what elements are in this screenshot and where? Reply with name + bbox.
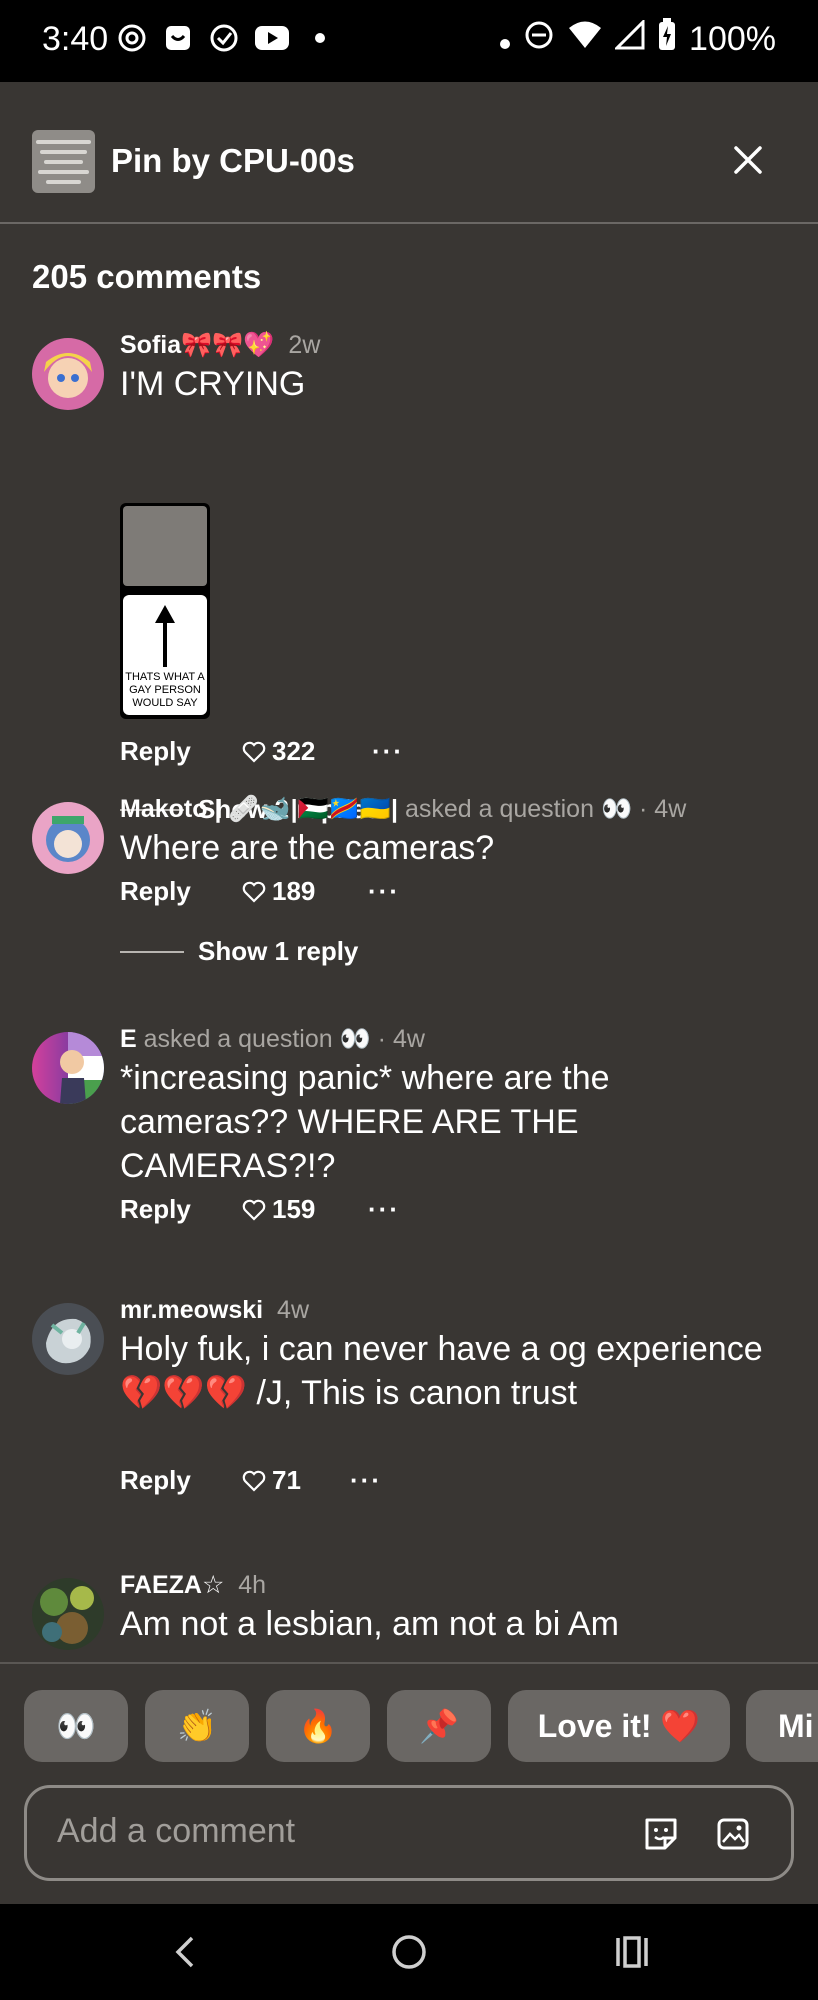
reply-button[interactable]: Reply bbox=[120, 1465, 242, 1496]
comment-username[interactable]: Makoto | 🩹🐋|🇵🇸🇨🇩🇺🇦| bbox=[120, 795, 398, 823]
reply-button[interactable]: Reply bbox=[120, 1194, 242, 1225]
comment-actions: Reply 322 ··· bbox=[120, 736, 404, 767]
comment-input[interactable]: Add a comment bbox=[24, 1785, 794, 1881]
avatar[interactable] bbox=[32, 338, 104, 410]
avatar[interactable] bbox=[32, 1303, 104, 1375]
image-caption: THATS WHAT A GAY PERSON WOULD SAY bbox=[125, 671, 205, 709]
comment-username[interactable]: E bbox=[120, 1025, 137, 1053]
reaction-bar: 👀 👏 🔥 📌 Love it! ❤️ Mi Add a comment bbox=[0, 1662, 818, 1902]
inbox-icon bbox=[162, 22, 194, 54]
signal-icon bbox=[613, 18, 645, 59]
like-count: 71 bbox=[272, 1465, 301, 1495]
back-icon[interactable] bbox=[164, 1930, 208, 1974]
heart-icon bbox=[242, 1199, 266, 1221]
reaction-chip-pin[interactable]: 📌 bbox=[387, 1690, 491, 1762]
reaction-chip-love[interactable]: Love it! ❤️ bbox=[508, 1690, 730, 1762]
more-options-button[interactable]: ··· bbox=[372, 736, 404, 767]
youtube-icon bbox=[254, 22, 290, 54]
replies-line bbox=[120, 950, 184, 953]
battery-charging-icon bbox=[657, 18, 677, 61]
image-icon[interactable] bbox=[715, 1816, 751, 1852]
comment-actions: Reply 159 ··· bbox=[120, 1194, 400, 1225]
reply-button[interactable]: Reply bbox=[120, 876, 242, 907]
comment-meta: 2w bbox=[288, 331, 321, 359]
like-count: 189 bbox=[272, 876, 316, 906]
reply-button[interactable]: Reply bbox=[120, 736, 242, 767]
system-icons: 100% bbox=[499, 18, 776, 61]
like-button[interactable]: 189 bbox=[242, 876, 368, 907]
like-count: 322 bbox=[272, 736, 316, 766]
reaction-chip-fire[interactable]: 🔥 bbox=[266, 1690, 370, 1762]
avatar[interactable] bbox=[32, 1032, 104, 1104]
comment-meta: 4h bbox=[238, 1571, 267, 1599]
reaction-chip-eyes[interactable]: 👀 bbox=[24, 1690, 128, 1762]
comment-text: I'M CRYING bbox=[120, 365, 306, 403]
recents-icon[interactable] bbox=[610, 1930, 654, 1974]
comment-text: *increasing panic* where are the cameras… bbox=[120, 1059, 610, 1185]
pin-title: Pin by CPU-00s bbox=[111, 142, 355, 179]
threads-icon bbox=[116, 22, 148, 54]
comment-username[interactable]: Sofia🎀🎀💖 bbox=[120, 331, 275, 359]
sticker-icon[interactable] bbox=[643, 1816, 679, 1852]
battery-percent: 100% bbox=[689, 20, 776, 58]
comment-username[interactable]: FAEZA☆ bbox=[120, 1571, 224, 1599]
like-button[interactable]: 71 bbox=[242, 1465, 350, 1496]
comment-input-placeholder: Add a comment bbox=[57, 1812, 296, 1850]
more-options-button[interactable]: ··· bbox=[368, 1194, 400, 1225]
like-button[interactable]: 322 bbox=[242, 736, 372, 767]
show-replies-label: Show 1 reply bbox=[198, 936, 359, 966]
navigation-bar bbox=[0, 1904, 818, 2000]
avatar[interactable] bbox=[32, 802, 104, 874]
notification-icons bbox=[116, 22, 336, 54]
comment-image[interactable]: THATS WHAT A GAY PERSON WOULD SAY bbox=[120, 503, 210, 719]
home-icon[interactable] bbox=[387, 1930, 431, 1974]
comment-meta: asked a question 👀 · 4w bbox=[404, 795, 687, 823]
pin-header: Pin by CPU-00s bbox=[0, 82, 818, 224]
comment-meta: 4w bbox=[277, 1296, 310, 1324]
like-count: 159 bbox=[272, 1194, 316, 1224]
pin-thumbnail[interactable] bbox=[32, 130, 95, 193]
reaction-chip-more[interactable]: Mi bbox=[746, 1690, 818, 1762]
comments-sheet: Pin by CPU-00s 205 comments Sofia🎀🎀💖 2w … bbox=[0, 82, 818, 1904]
heart-icon bbox=[242, 741, 266, 763]
comments-count: 205 comments bbox=[32, 258, 262, 295]
comment-meta: asked a question 👀 · 4w bbox=[143, 1025, 425, 1053]
heart-icon bbox=[242, 881, 266, 903]
more-options-button[interactable]: ··· bbox=[368, 876, 400, 907]
show-replies-button[interactable]: Show 1 reply bbox=[120, 936, 358, 967]
heart-icon bbox=[242, 1470, 266, 1492]
status-time: 3:40 bbox=[42, 20, 109, 58]
avatar[interactable] bbox=[32, 1578, 104, 1650]
more-options-button[interactable]: ··· bbox=[350, 1465, 382, 1496]
comment-username[interactable]: mr.meowski bbox=[120, 1296, 263, 1324]
comment-text: Where are the cameras? bbox=[120, 829, 495, 867]
comment-actions: Reply 71 ··· bbox=[120, 1465, 382, 1496]
comment-text: Am not a lesbian, am not a bi Am bbox=[120, 1605, 619, 1643]
check-circle-icon bbox=[208, 22, 240, 54]
like-button[interactable]: 159 bbox=[242, 1194, 368, 1225]
comment-text: Holy fuk, i can never have a og experien… bbox=[120, 1330, 763, 1412]
dot-icon bbox=[499, 20, 511, 59]
close-icon[interactable] bbox=[728, 140, 768, 180]
do-not-disturb-icon bbox=[523, 19, 555, 60]
wifi-icon bbox=[567, 19, 603, 60]
dot-icon bbox=[304, 22, 336, 54]
reaction-chip-clap[interactable]: 👏 bbox=[145, 1690, 249, 1762]
status-bar: 3:40 100% bbox=[0, 0, 818, 82]
comment-actions: Reply 189 ··· bbox=[120, 876, 400, 907]
